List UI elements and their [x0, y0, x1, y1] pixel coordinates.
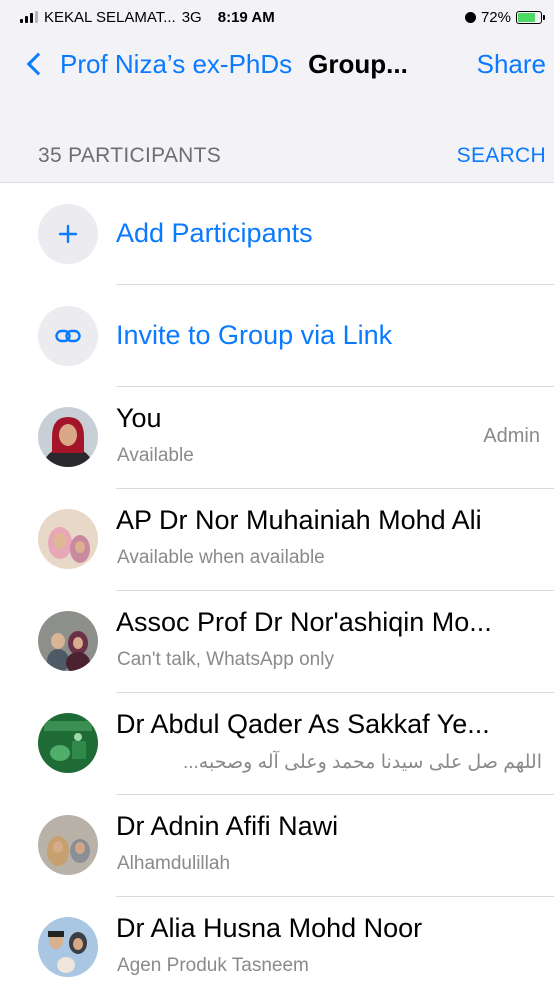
participant-row[interactable]: Dr Abdul Qader As Sakkaf Ye... اللهم صل … [0, 693, 554, 795]
add-participants-label: Add Participants [116, 218, 313, 248]
avatar [38, 611, 98, 671]
admin-badge: Admin [483, 425, 540, 447]
grouped-spacer [0, 94, 554, 130]
signal-strength-icon [20, 11, 38, 23]
status-bar: KEKAL SELAMAT... 3G 8:19 AM 72% [0, 0, 554, 34]
participants-section-header: 35 PARTICIPANTS SEARCH [0, 130, 554, 183]
participant-status: Alhamdulillah [117, 853, 231, 874]
participant-count: 35 PARTICIPANTS [38, 144, 222, 167]
search-button[interactable]: SEARCH [457, 144, 546, 168]
participant-status: Available when available [117, 547, 325, 568]
participant-status: اللهم صل على سيدنا محمد وعلى آله وصحبه..… [182, 752, 542, 773]
participant-name: AP Dr Nor Muhainiah Mohd Ali [116, 505, 482, 535]
participant-status: Agen Produk Tasneem [117, 955, 309, 976]
participant-name: You [116, 403, 162, 433]
plus-icon [38, 203, 98, 264]
navigation-bar: Prof Niza’s ex-PhDs Group... Share [0, 34, 554, 94]
chevron-left-icon[interactable] [26, 52, 50, 76]
participant-row[interactable]: Dr Alia Husna Mohd Noor Agen Produk Tasn… [0, 897, 554, 986]
avatar [38, 509, 98, 569]
participant-row[interactable]: Dr Adnin Afifi Nawi Alhamdulillah [0, 795, 554, 897]
participant-row[interactable]: Assoc Prof Dr Nor'ashiqin Mo... Can't ta… [0, 591, 554, 693]
avatar [38, 815, 98, 875]
participant-name: Dr Alia Husna Mohd Noor [116, 913, 423, 943]
participant-name: Dr Abdul Qader As Sakkaf Ye... [116, 709, 490, 739]
avatar [38, 713, 98, 773]
battery-percent: 72% [480, 8, 511, 26]
link-icon [38, 305, 98, 366]
status-time: 8:19 AM [217, 8, 275, 26]
share-button[interactable]: Share [477, 49, 546, 80]
back-button[interactable]: Prof Niza’s ex-PhDs [60, 49, 292, 80]
carrier-name: KEKAL SELAMAT... [44, 8, 176, 26]
participant-name: Dr Adnin Afifi Nawi [116, 811, 339, 841]
network-type: 3G [181, 8, 202, 26]
page-title: Group... [308, 48, 408, 79]
participant-status: Can't talk, WhatsApp only [117, 649, 334, 670]
add-participants-row[interactable]: Add Participants [0, 183, 554, 284]
avatar [38, 917, 98, 977]
invite-via-link-row[interactable]: Invite to Group via Link [0, 285, 554, 386]
avatar [38, 407, 98, 467]
participant-row[interactable]: You Available Admin [0, 387, 554, 489]
battery-charging-icon [516, 10, 545, 24]
participant-status: Available [117, 445, 194, 466]
invite-via-link-label: Invite to Group via Link [116, 320, 393, 350]
participant-row[interactable]: AP Dr Nor Muhainiah Mohd Ali Available w… [0, 489, 554, 591]
participant-name: Assoc Prof Dr Nor'ashiqin Mo... [116, 607, 492, 637]
alarm-icon [464, 11, 476, 23]
